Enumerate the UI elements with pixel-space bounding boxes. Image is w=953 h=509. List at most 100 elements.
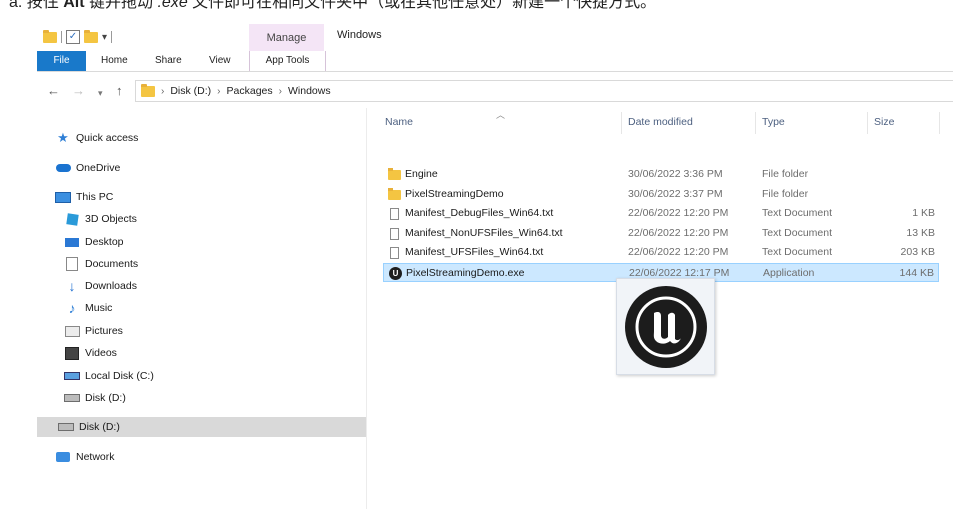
nav-item-label: Disk (D:) (79, 421, 120, 433)
nav-item-desktop[interactable]: Desktop (64, 232, 124, 252)
column-header-date-modified[interactable]: Date modified (628, 116, 693, 128)
column-header-size[interactable]: Size (874, 116, 894, 128)
up-arrow-icon[interactable]: ↑ (116, 83, 123, 99)
nav-item-label: Network (76, 451, 115, 463)
nav-item-label: Music (85, 302, 113, 314)
nav-item-local-disk-c[interactable]: Local Disk (C:) (64, 366, 154, 386)
folder-icon (141, 83, 155, 97)
tab-view[interactable]: View (209, 51, 231, 71)
file-date: 30/06/2022 3:37 PM (628, 188, 723, 200)
caption-ext: .exe (157, 0, 188, 11)
column-divider[interactable] (867, 112, 868, 134)
file-name: Manifest_DebugFiles_Win64.txt (405, 207, 554, 219)
nav-item-label: OneDrive (76, 162, 121, 174)
tab-share[interactable]: Share (155, 51, 182, 71)
file-row-pixelstreamingdemo[interactable]: PixelStreamingDemo 30/06/2022 3:37 PM Fi… (383, 185, 939, 204)
nav-item-label: Documents (85, 258, 139, 270)
nav-item-onedrive[interactable]: OneDrive (55, 158, 120, 178)
new-folder-icon[interactable] (84, 29, 98, 43)
network-icon (55, 450, 71, 464)
unreal-app-icon: U (389, 267, 402, 280)
text-file-icon (388, 246, 401, 259)
file-date: 22/06/2022 12:20 PM (628, 207, 729, 219)
breadcrumb-windows[interactable]: Windows (288, 85, 331, 97)
address-bar[interactable]: › Disk (D:) › Packages › Windows (135, 80, 953, 102)
file-row-manifest-nonufsfiles[interactable]: Manifest_NonUFSFiles_Win64.txt 22/06/202… (383, 224, 939, 243)
unreal-engine-logo-icon (624, 285, 707, 368)
nav-item-videos[interactable]: Videos (64, 343, 117, 363)
nav-item-downloads[interactable]: ↓ Downloads (64, 276, 137, 296)
nav-item-label: Videos (85, 347, 117, 359)
cloud-icon (55, 161, 71, 175)
quick-access-toolbar: ✓ ▾ (43, 29, 113, 45)
nav-item-label: Pictures (85, 325, 123, 337)
manage-contextual-tab[interactable]: Manage (249, 24, 324, 51)
chevron-right-icon[interactable]: › (217, 86, 220, 97)
drive-icon (64, 391, 80, 405)
tab-file[interactable]: File (37, 51, 86, 71)
breadcrumb-packages[interactable]: Packages (227, 85, 273, 97)
file-name: Engine (405, 168, 438, 180)
address-row: ← → ▾ ↑ › Disk (D:) › Packages › Windows (37, 80, 953, 102)
nav-item-label: Desktop (85, 236, 124, 248)
recent-locations-chevron-icon[interactable]: ▾ (98, 85, 103, 101)
file-date: 30/06/2022 3:36 PM (628, 168, 723, 180)
nav-item-pictures[interactable]: Pictures (64, 321, 123, 341)
toolbar-divider (111, 31, 113, 43)
instruction-caption: a. 按住 Alt 键并拖动 .exe 文件即可在相同文件夹中（或在其他任意处）… (0, 0, 953, 15)
file-type: File folder (762, 168, 809, 180)
properties-icon[interactable]: ✓ (66, 30, 80, 44)
forward-arrow-icon[interactable]: → (72, 83, 85, 99)
caption-key: Alt (63, 0, 85, 11)
customize-toolbar-dropdown[interactable]: ▾ (102, 32, 107, 43)
file-size: 144 KB (899, 267, 934, 279)
nav-item-disk-d-selected[interactable]: Disk (D:) (37, 417, 366, 437)
nav-item-quick-access[interactable]: ★ Quick access (55, 128, 138, 148)
folder-icon (388, 187, 401, 201)
file-row-engine[interactable]: Engine 30/06/2022 3:36 PM File folder (383, 165, 939, 184)
file-name: Manifest_UFSFiles_Win64.txt (405, 246, 544, 258)
text-file-icon (388, 227, 401, 240)
nav-item-label: Local Disk (C:) (85, 370, 154, 382)
nav-item-disk-d[interactable]: Disk (D:) (64, 388, 126, 408)
nav-item-music[interactable]: ♪ Music (64, 298, 113, 318)
nav-item-network[interactable]: Network (55, 447, 115, 467)
chevron-right-icon[interactable]: › (161, 86, 164, 97)
column-divider[interactable] (939, 112, 940, 134)
star-icon: ★ (57, 130, 69, 145)
back-arrow-icon[interactable]: ← (47, 83, 60, 99)
column-divider[interactable] (755, 112, 756, 134)
file-row-manifest-debugfiles[interactable]: Manifest_DebugFiles_Win64.txt 22/06/2022… (383, 204, 939, 223)
picture-icon (64, 324, 80, 338)
document-icon (64, 257, 80, 271)
tab-app-tools[interactable]: App Tools (249, 51, 326, 71)
nav-item-label: Downloads (85, 280, 137, 292)
breadcrumb-disk-d[interactable]: Disk (D:) (170, 85, 211, 97)
nav-item-this-pc[interactable]: This PC (55, 187, 113, 207)
file-name: Manifest_NonUFSFiles_Win64.txt (405, 227, 563, 239)
text-file-icon (388, 207, 401, 220)
download-icon: ↓ (68, 278, 76, 294)
file-type: Text Document (762, 207, 833, 219)
column-divider[interactable] (621, 112, 622, 134)
tab-home[interactable]: Home (101, 51, 128, 71)
file-name: PixelStreamingDemo.exe (406, 267, 525, 279)
file-type: File folder (762, 188, 809, 200)
file-size: 1 KB (912, 207, 935, 219)
nav-item-3d-objects[interactable]: 3D Objects (64, 209, 137, 229)
nav-item-label: 3D Objects (85, 213, 137, 225)
file-row-manifest-ufsfiles[interactable]: Manifest_UFSFiles_Win64.txt 22/06/2022 1… (383, 243, 939, 262)
file-name: PixelStreamingDemo (405, 188, 504, 200)
file-size: 13 KB (906, 227, 935, 239)
drag-preview-unreal-app-icon[interactable] (616, 278, 715, 375)
chevron-right-icon[interactable]: › (279, 86, 282, 97)
column-header-type[interactable]: Type (762, 116, 785, 128)
video-icon (64, 346, 80, 360)
window-title: Windows (337, 29, 382, 41)
nav-item-label: Quick access (76, 132, 139, 144)
sort-ascending-icon: ︿ (496, 110, 506, 120)
column-header-name[interactable]: Name (385, 116, 413, 128)
computer-icon (55, 190, 71, 204)
music-icon: ♪ (68, 300, 76, 316)
nav-item-documents[interactable]: Documents (64, 254, 138, 274)
